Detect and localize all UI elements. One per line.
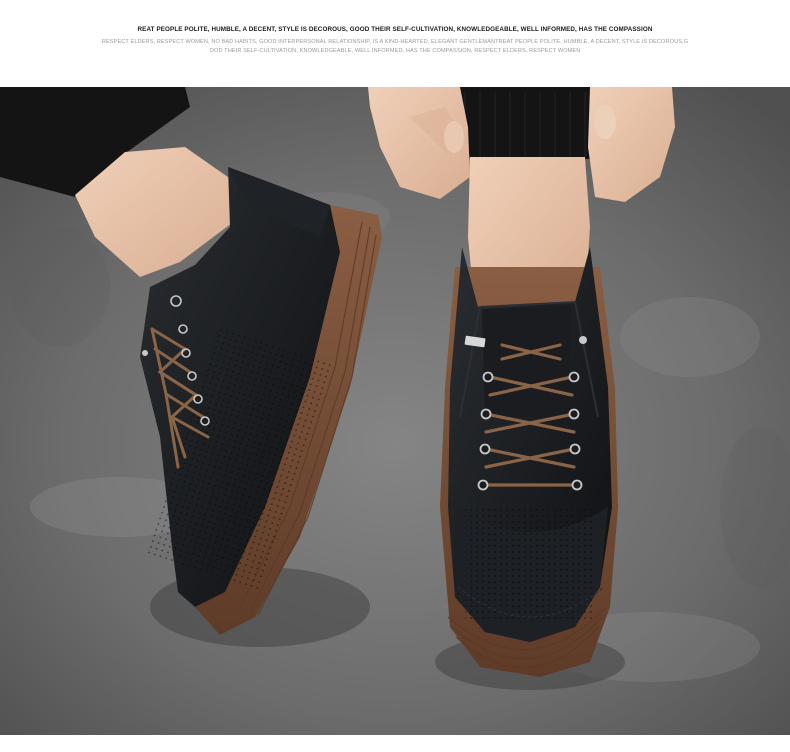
promo-subline-2: OOD THEIR SELF-CULTIVATION, KNOWLEDGEABL… [209, 48, 581, 54]
right-shoe-tongue [482, 305, 570, 417]
promo-headline: REAT PEOPLE POLITE, HUMBLE, A DECENT, ST… [137, 26, 653, 33]
bottom-margin [0, 735, 790, 752]
promo-header: REAT PEOPLE POLITE, HUMBLE, A DECENT, ST… [0, 0, 790, 87]
promo-subline-1: RESPECT ELDERS, RESPECT WOMEN, NO BAD HA… [101, 39, 689, 45]
product-photo [0, 87, 790, 735]
right-sleeve [455, 87, 600, 159]
